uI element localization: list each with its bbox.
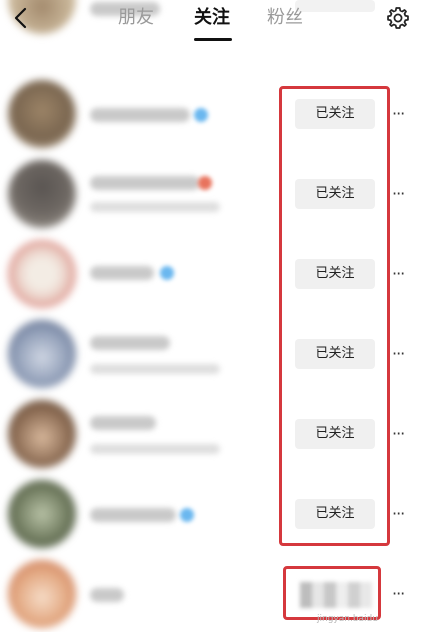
avatar[interactable] bbox=[8, 160, 76, 228]
subtitle-blurred bbox=[90, 444, 220, 454]
username-blurred bbox=[90, 416, 156, 430]
tab-following[interactable]: 关注 bbox=[194, 6, 230, 30]
followed-button[interactable]: 已关注 bbox=[295, 99, 375, 129]
avatar[interactable] bbox=[8, 400, 76, 468]
gear-icon[interactable] bbox=[385, 5, 411, 31]
list-item[interactable]: 已关注 ··· bbox=[0, 394, 425, 474]
list-item[interactable]: 已关注 ··· bbox=[0, 474, 425, 554]
more-dots-icon[interactable]: ··· bbox=[392, 184, 412, 204]
subtitle-blurred bbox=[90, 202, 220, 212]
more-dots-icon[interactable]: ··· bbox=[392, 264, 412, 284]
avatar[interactable] bbox=[8, 320, 76, 388]
username-blurred bbox=[90, 588, 124, 602]
followed-button[interactable]: 已关注 bbox=[295, 259, 375, 289]
username-blurred bbox=[90, 266, 154, 280]
active-tab-indicator bbox=[194, 38, 232, 41]
mosaic-censor bbox=[300, 582, 372, 608]
avatar[interactable] bbox=[8, 240, 76, 308]
watermark: jingyan.baidu bbox=[317, 614, 378, 624]
avatar[interactable] bbox=[8, 480, 76, 548]
followed-button[interactable]: 已关注 bbox=[295, 339, 375, 369]
more-dots-icon[interactable]: ··· bbox=[392, 584, 412, 604]
more-dots-icon[interactable]: ··· bbox=[392, 344, 412, 364]
followed-button[interactable]: 已关注 bbox=[295, 499, 375, 529]
list-item[interactable]: 已关注 ··· bbox=[0, 234, 425, 314]
tab-friends[interactable]: 朋友 bbox=[118, 6, 154, 30]
followed-button[interactable]: 已关注 bbox=[295, 419, 375, 449]
followed-button[interactable]: 已关注 bbox=[295, 179, 375, 209]
more-dots-icon[interactable]: ··· bbox=[392, 504, 412, 524]
list-item[interactable]: 已关注 ··· bbox=[0, 154, 425, 234]
username-blurred bbox=[90, 336, 170, 350]
verified-badge-icon bbox=[194, 108, 208, 122]
verified-badge-icon bbox=[160, 266, 174, 280]
subtitle-blurred bbox=[90, 364, 220, 374]
top-nav-bar: 朋友 关注 粉丝 bbox=[0, 0, 425, 41]
list-item[interactable]: 已关注 ··· bbox=[0, 314, 425, 394]
username-blurred bbox=[90, 176, 200, 190]
tab-fans[interactable]: 粉丝 bbox=[267, 6, 303, 30]
following-list: 已关注 ··· 已关注 ··· 已关注 ··· 已关注 ··· 已关注 ··· bbox=[0, 0, 425, 632]
avatar[interactable] bbox=[8, 80, 76, 148]
username-blurred bbox=[90, 508, 176, 522]
more-dots-icon[interactable]: ··· bbox=[392, 424, 412, 444]
badge-icon bbox=[198, 176, 212, 190]
more-dots-icon[interactable]: ··· bbox=[392, 104, 412, 124]
username-blurred bbox=[90, 108, 190, 122]
chevron-left-icon[interactable] bbox=[10, 6, 34, 30]
avatar[interactable] bbox=[8, 560, 76, 628]
verified-badge-icon bbox=[180, 508, 194, 522]
list-item[interactable]: 已关注 ··· bbox=[0, 74, 425, 154]
